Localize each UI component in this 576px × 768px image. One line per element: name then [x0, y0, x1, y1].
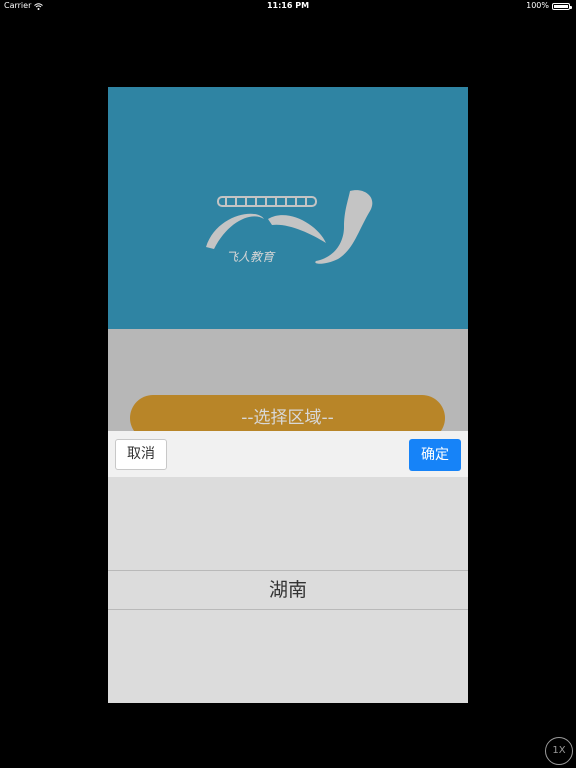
picker-toolbar: 取消 确定: [108, 431, 468, 477]
confirm-button[interactable]: 确定: [409, 439, 461, 471]
battery-icon: [552, 2, 572, 10]
picker-wheel[interactable]: 湖南: [108, 477, 468, 703]
feiren-logo: 飞人教育: [206, 190, 373, 264]
logo-text: 飞人教育: [226, 250, 276, 264]
picker-selected-item[interactable]: 湖南: [108, 571, 468, 609]
app-screen: 飞人教育 --选择区域-- 取消 确定 湖南: [108, 87, 468, 703]
battery-percent: 100%: [526, 1, 549, 10]
status-time: 11:16 PM: [266, 1, 310, 10]
header-banner: 飞人教育: [108, 87, 468, 329]
cancel-button[interactable]: 取消: [115, 439, 167, 470]
region-picker: 取消 确定 湖南: [108, 431, 468, 703]
zoom-badge[interactable]: 1X: [545, 737, 573, 765]
status-bar: Carrier 11:16 PM 100%: [0, 0, 576, 12]
selection-bottom-line: [108, 609, 468, 610]
status-right: 100%: [526, 0, 572, 12]
